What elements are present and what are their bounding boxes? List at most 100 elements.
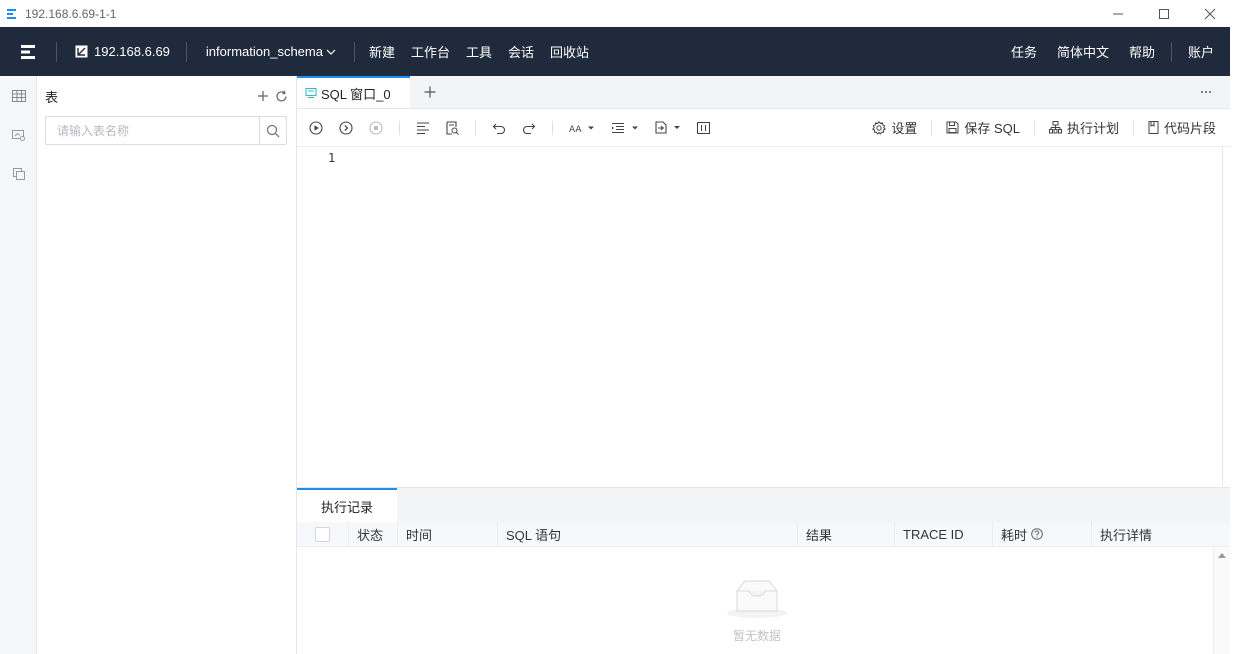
host-selector[interactable]: 192.168.6.69 bbox=[57, 44, 186, 59]
empty-state: 暂无数据 bbox=[722, 577, 792, 644]
save-sql-label: 保存 SQL bbox=[964, 121, 1020, 136]
rail-functions-button[interactable] bbox=[0, 154, 37, 193]
plus-icon bbox=[424, 86, 436, 98]
close-button[interactable] bbox=[1187, 0, 1233, 27]
run-button[interactable] bbox=[309, 115, 323, 141]
column-header-result[interactable]: 结果 bbox=[798, 521, 895, 547]
toolbar-divider bbox=[399, 120, 400, 135]
menu-workbench[interactable]: 工作台 bbox=[411, 42, 450, 61]
toolbar-divider bbox=[931, 120, 933, 135]
find-button[interactable] bbox=[446, 115, 459, 141]
select-all-cell bbox=[297, 521, 349, 547]
column-header-sql[interactable]: SQL 语句 bbox=[498, 521, 798, 547]
minimize-button[interactable] bbox=[1095, 0, 1141, 27]
run-icon bbox=[309, 120, 323, 135]
results-scrollbar[interactable] bbox=[1213, 547, 1230, 654]
menu-tools[interactable]: 工具 bbox=[466, 42, 492, 61]
column-header-duration[interactable]: 耗时 bbox=[993, 521, 1092, 547]
letter-case-icon: AA bbox=[569, 125, 594, 134]
minimize-icon bbox=[1113, 13, 1123, 14]
connection-icon bbox=[75, 45, 88, 58]
maximize-icon bbox=[1159, 8, 1169, 19]
settings-label: 设置 bbox=[891, 121, 918, 136]
database-selector[interactable]: information_schema bbox=[187, 44, 354, 59]
sql-editor[interactable]: 1 bbox=[297, 147, 1223, 486]
results-panel: 执行记录 状态 时间 SQL 语句 结果 TRACE ID 耗时 执行详情 暂无… bbox=[297, 487, 1230, 654]
empty-state-text: 暂无数据 bbox=[732, 629, 781, 643]
search-icon bbox=[266, 124, 280, 137]
run-current-icon bbox=[339, 120, 353, 135]
menu-account[interactable]: 账户 bbox=[1178, 42, 1230, 61]
tab-execution-history[interactable]: 执行记录 bbox=[297, 488, 397, 522]
hierarchy-icon bbox=[1048, 121, 1062, 134]
column-header-time[interactable]: 时间 bbox=[398, 521, 498, 547]
search-button[interactable] bbox=[259, 117, 286, 144]
copy-icon bbox=[12, 167, 25, 180]
menu-sessions[interactable]: 会话 bbox=[508, 42, 534, 61]
export-dropdown[interactable] bbox=[655, 115, 681, 141]
document-icon bbox=[655, 121, 680, 134]
exec-plan-button[interactable]: 执行计划 bbox=[1048, 118, 1119, 137]
select-all-checkbox[interactable] bbox=[315, 526, 330, 542]
undo-button[interactable] bbox=[492, 115, 506, 141]
panel-toggle-button[interactable] bbox=[697, 115, 710, 141]
refresh-icon[interactable] bbox=[275, 90, 288, 103]
chevron-down-icon bbox=[326, 49, 336, 55]
editor-toolbar: AA 设置 保存 SQL 执行计划 代码片段 bbox=[297, 109, 1230, 147]
help-circle-icon[interactable] bbox=[1031, 528, 1043, 540]
top-navigation: 192.168.6.69 information_schema 新建 工作台 工… bbox=[0, 27, 1230, 76]
indent-dropdown[interactable] bbox=[611, 115, 639, 141]
left-icon-rail bbox=[0, 76, 37, 654]
more-icon bbox=[1201, 91, 1211, 93]
plus-icon[interactable] bbox=[257, 90, 269, 102]
database-label: information_schema bbox=[205, 44, 323, 59]
column-header-details[interactable]: 执行详情 bbox=[1092, 522, 1230, 547]
toolbar-divider bbox=[552, 120, 553, 135]
stop-icon bbox=[369, 120, 383, 135]
view-icon bbox=[12, 129, 25, 141]
redo-icon bbox=[522, 123, 536, 134]
case-dropdown[interactable]: AA bbox=[569, 115, 595, 141]
more-button[interactable] bbox=[1200, 76, 1230, 108]
history-table-body: 暂无数据 bbox=[297, 547, 1230, 654]
run-current-button[interactable] bbox=[339, 115, 353, 141]
menu-tasks[interactable]: 任务 bbox=[1001, 42, 1047, 61]
menu-new[interactable]: 新建 bbox=[369, 42, 395, 61]
line-number: 1 bbox=[328, 151, 336, 165]
close-icon bbox=[1204, 8, 1216, 19]
app-logo-icon bbox=[7, 8, 16, 19]
nav-divider bbox=[353, 41, 355, 62]
column-header-trace-id[interactable]: TRACE ID bbox=[895, 521, 993, 547]
stop-button[interactable] bbox=[369, 115, 383, 141]
table-search-input[interactable] bbox=[46, 117, 259, 144]
format-align-icon bbox=[417, 121, 429, 134]
editor-tabs: SQL 窗口_0 bbox=[297, 76, 1230, 109]
history-table-header: 状态 时间 SQL 语句 结果 TRACE ID 耗时 执行详情 bbox=[297, 521, 1230, 547]
svg-text:AA: AA bbox=[569, 125, 582, 134]
empty-box-icon bbox=[727, 580, 787, 618]
table-search bbox=[45, 116, 287, 145]
save-sql-button[interactable]: 保存 SQL bbox=[946, 118, 1020, 137]
rail-views-button[interactable] bbox=[0, 115, 37, 154]
snippet-icon bbox=[1148, 121, 1159, 134]
column-header-status[interactable]: 状态 bbox=[349, 521, 398, 547]
rail-tables-button[interactable] bbox=[0, 76, 37, 115]
menu-recycle-bin[interactable]: 回收站 bbox=[550, 42, 589, 61]
table-icon bbox=[11, 89, 26, 102]
snippets-label: 代码片段 bbox=[1163, 121, 1216, 136]
language-selector[interactable]: 简体中文 bbox=[1047, 42, 1119, 61]
window-titlebar: 192.168.6.69-1-1 bbox=[0, 0, 1233, 27]
redo-button[interactable] bbox=[522, 115, 536, 141]
nav-divider bbox=[1170, 41, 1172, 62]
snippets-button[interactable]: 代码片段 bbox=[1148, 118, 1216, 137]
sql-window-icon bbox=[305, 87, 317, 99]
format-button[interactable] bbox=[416, 115, 430, 141]
toolbar-divider bbox=[1033, 120, 1035, 135]
menu-help[interactable]: 帮助 bbox=[1119, 42, 1165, 61]
add-tab-button[interactable] bbox=[410, 76, 450, 108]
maximize-button[interactable] bbox=[1141, 0, 1187, 27]
settings-button[interactable]: 设置 bbox=[872, 118, 917, 137]
panel-icon bbox=[697, 121, 710, 134]
logo-button[interactable] bbox=[0, 27, 56, 76]
tab-sql-window-0[interactable]: SQL 窗口_0 bbox=[297, 76, 410, 108]
